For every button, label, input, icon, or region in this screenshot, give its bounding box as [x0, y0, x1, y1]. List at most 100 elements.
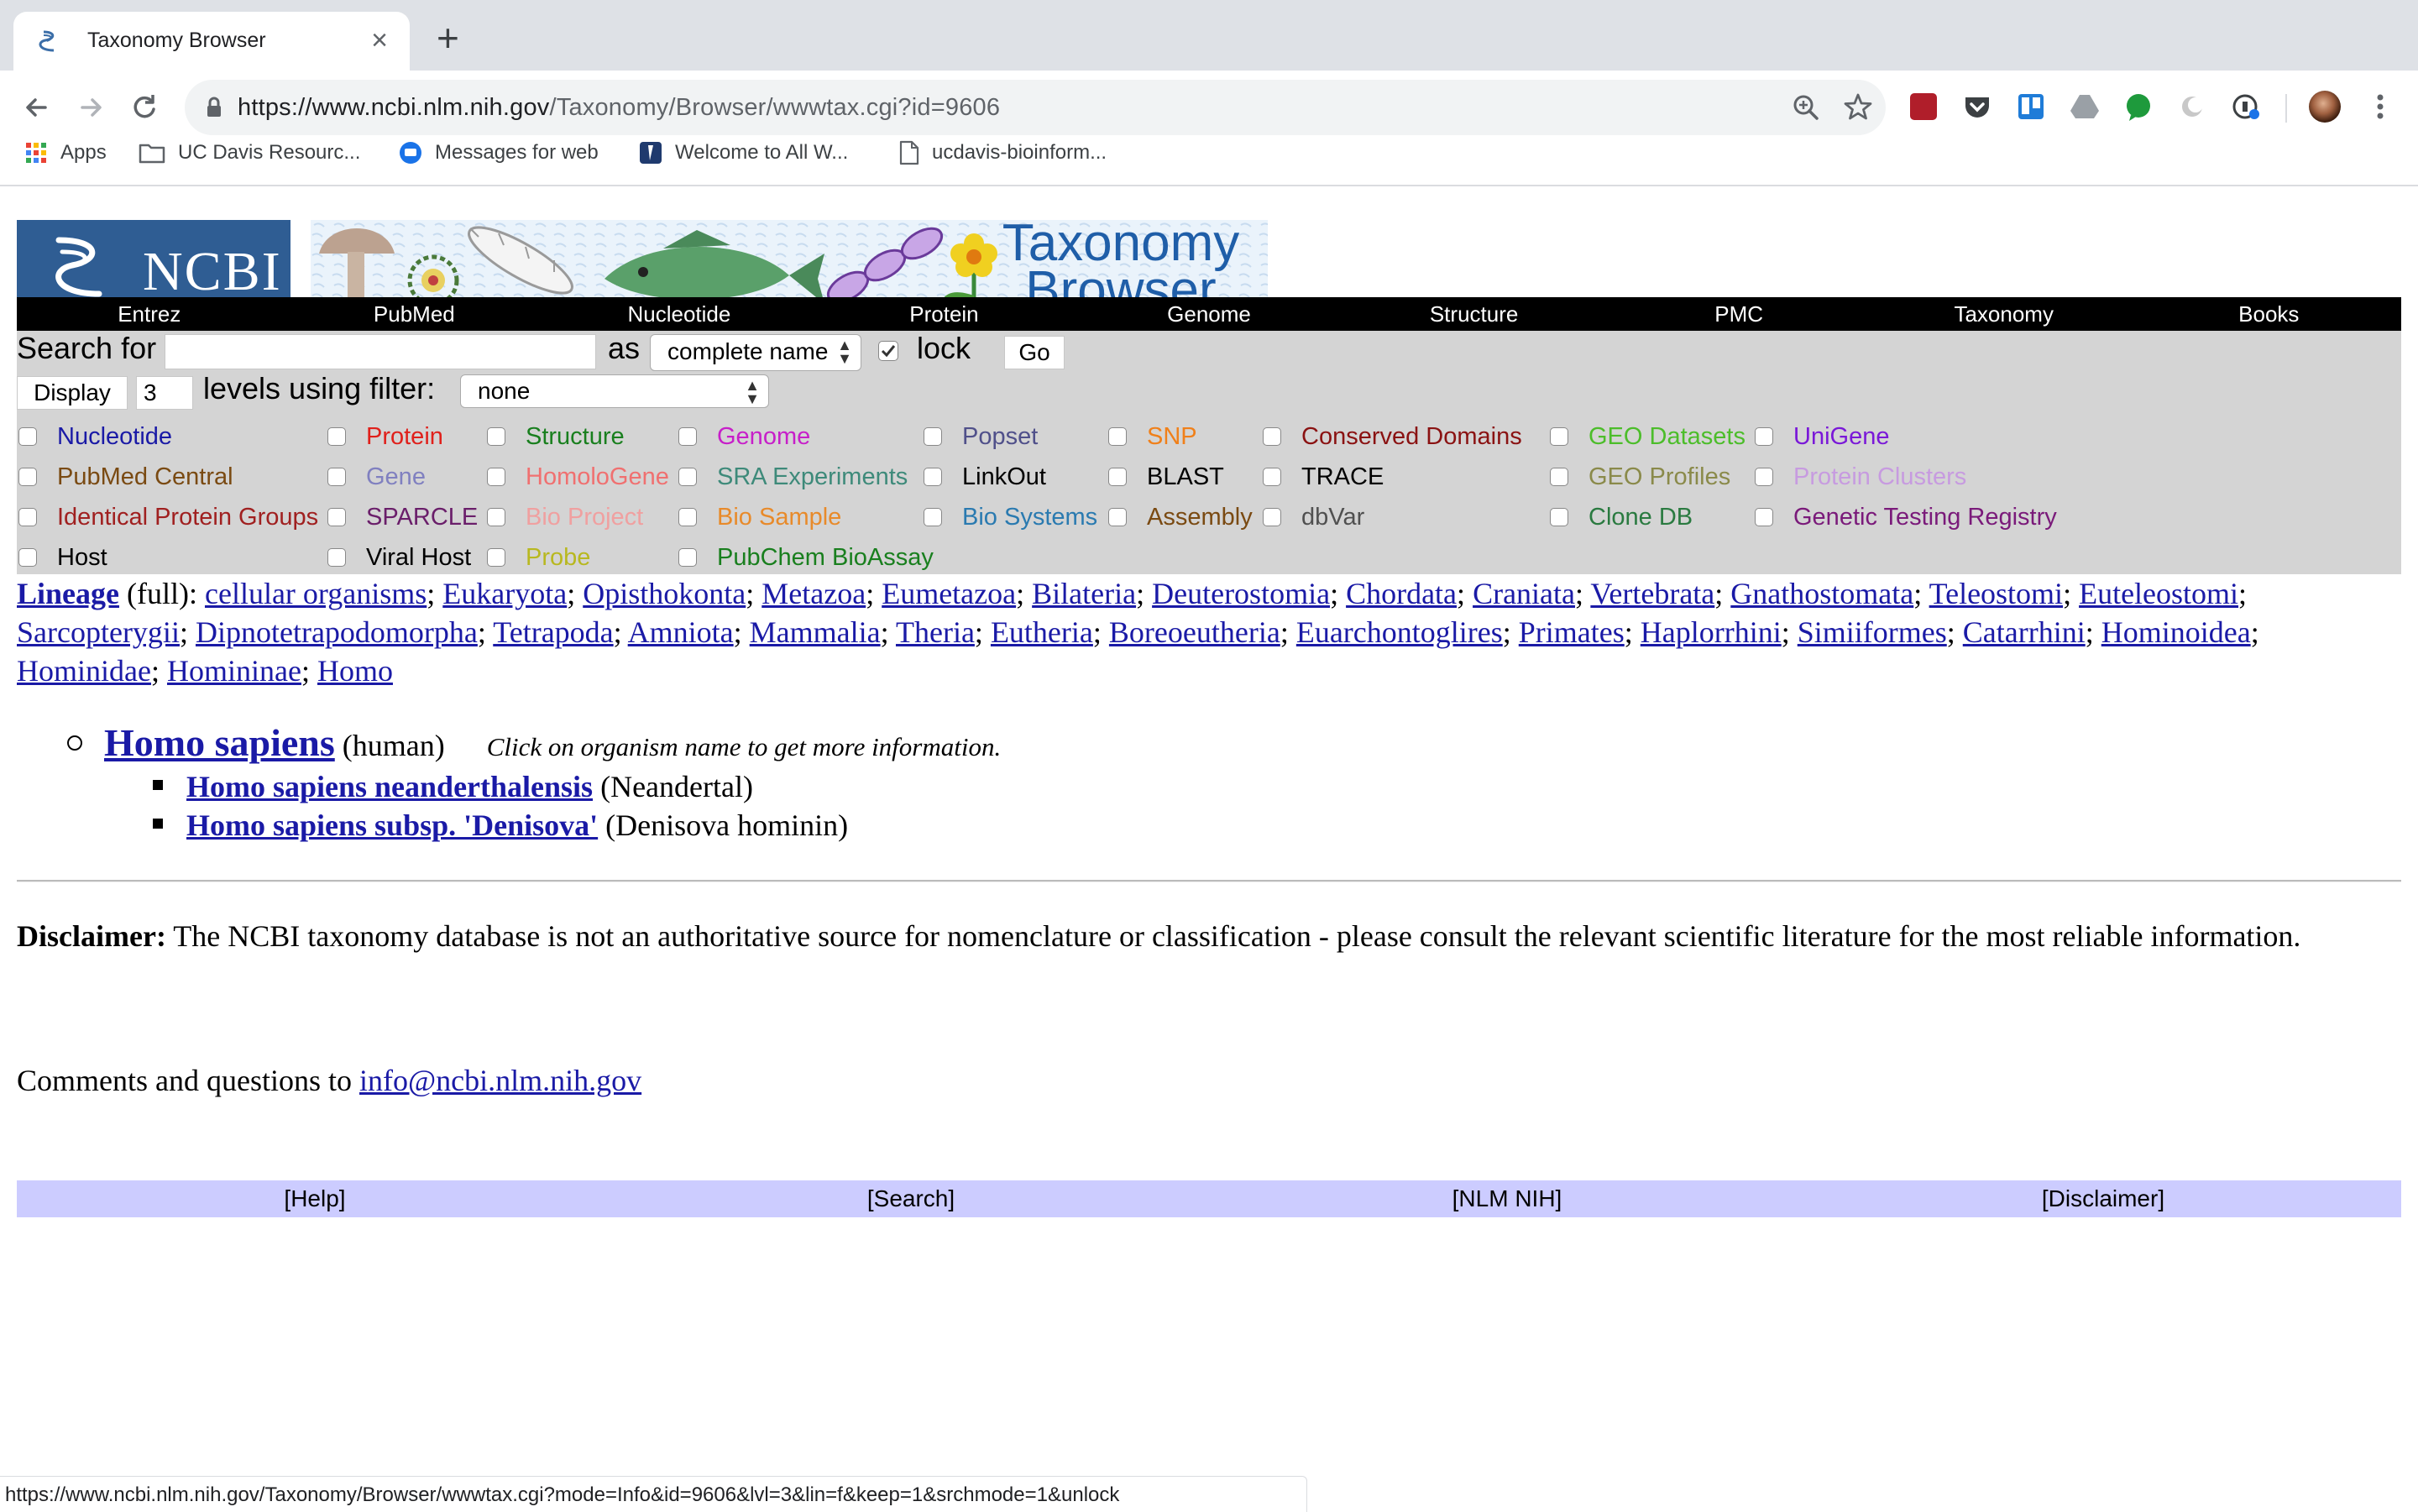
nav-pubmed[interactable]: PubMed	[282, 297, 547, 331]
database-option[interactable]: Probe	[487, 541, 590, 574]
database-option[interactable]: Popset	[924, 420, 1038, 453]
lineage-taxon-link[interactable]: Theria	[896, 615, 975, 649]
lineage-taxon-link[interactable]: Amniota	[628, 615, 734, 649]
lineage-taxon-link[interactable]: Simiiformes	[1798, 615, 1947, 649]
new-tab-icon[interactable]: +	[437, 18, 459, 57]
lineage-taxon-link[interactable]: Primates	[1519, 615, 1625, 649]
lineage-taxon-link[interactable]: Hominoidea	[2101, 615, 2251, 649]
lock-icon[interactable]	[202, 95, 227, 120]
lineage-taxon-link[interactable]: Eumetazoa	[882, 577, 1016, 610]
lineage-taxon-link[interactable]: Dipnotetrapodomorpha	[196, 615, 478, 649]
database-option[interactable]: Clone DB	[1550, 500, 1693, 534]
database-checkbox[interactable]	[327, 468, 346, 486]
database-option[interactable]: dbVar	[1263, 500, 1364, 534]
database-checkbox[interactable]	[924, 427, 942, 446]
database-checkbox[interactable]	[1108, 427, 1127, 446]
database-checkbox[interactable]	[1550, 427, 1568, 446]
database-checkbox[interactable]	[18, 427, 37, 446]
lineage-taxon-link[interactable]: Bilateria	[1032, 577, 1136, 610]
database-option[interactable]: HomoloGene	[487, 460, 669, 494]
nav-nucleotide[interactable]: Nucleotide	[547, 297, 812, 331]
lineage-taxon-link[interactable]: Chordata	[1346, 577, 1457, 610]
database-checkbox[interactable]	[924, 508, 942, 526]
database-checkbox[interactable]	[487, 427, 505, 446]
levels-input[interactable]: 3	[136, 376, 193, 410]
database-option[interactable]: Genome	[678, 420, 810, 453]
database-checkbox[interactable]	[487, 508, 505, 526]
database-checkbox[interactable]	[327, 427, 346, 446]
lineage-taxon-link[interactable]: cellular organisms	[205, 577, 427, 610]
database-option[interactable]: Structure	[487, 420, 625, 453]
database-option[interactable]: Bio Systems	[924, 500, 1097, 534]
zoom-icon[interactable]	[1788, 90, 1824, 125]
database-option[interactable]: Bio Project	[487, 500, 643, 534]
database-checkbox[interactable]	[327, 548, 346, 567]
bookmark-messages[interactable]: Messages for web	[398, 138, 599, 168]
lineage-taxon-link[interactable]: Mammalia	[750, 615, 881, 649]
contact-email-link[interactable]: info@ncbi.nlm.nih.gov	[359, 1064, 641, 1097]
database-option[interactable]: TRACE	[1263, 460, 1384, 494]
display-button[interactable]: Display	[17, 376, 128, 410]
lineage-taxon-link[interactable]: Homo	[317, 654, 393, 688]
database-option[interactable]: SPARCLE	[327, 500, 478, 534]
database-checkbox[interactable]	[678, 427, 697, 446]
database-checkbox[interactable]	[327, 508, 346, 526]
database-checkbox[interactable]	[18, 508, 37, 526]
bookmark-ucdavis-bioinform[interactable]: ucdavis-bioinform...	[898, 138, 1107, 168]
mendeley-extension-icon[interactable]	[1904, 87, 1943, 126]
address-bar[interactable]: https://www.ncbi.nlm.nih.gov/Taxonomy/Br…	[185, 80, 1886, 135]
database-option[interactable]: GEO Datasets	[1550, 420, 1745, 453]
database-checkbox[interactable]	[18, 548, 37, 567]
database-checkbox[interactable]	[1550, 468, 1568, 486]
lineage-taxon-link[interactable]: Deuterostomia	[1152, 577, 1330, 610]
database-option[interactable]: Protein Clusters	[1755, 460, 1966, 494]
bookmark-star-icon[interactable]	[1840, 90, 1876, 125]
subspecies-link[interactable]: Homo sapiens subsp. 'Denisova'	[186, 808, 598, 843]
name-type-select[interactable]: complete name ▲ ▼	[650, 334, 861, 371]
database-checkbox[interactable]	[1550, 508, 1568, 526]
database-checkbox[interactable]	[487, 548, 505, 567]
nav-taxonomy[interactable]: Taxonomy	[1871, 297, 2137, 331]
lineage-taxon-link[interactable]: Eukaryota	[442, 577, 567, 610]
database-option[interactable]: Protein	[327, 420, 443, 453]
database-option[interactable]: SRA Experiments	[678, 460, 908, 494]
moon-extension-icon[interactable]	[2173, 87, 2211, 126]
go-button[interactable]: Go	[1004, 336, 1065, 369]
pocket-extension-icon[interactable]	[1958, 87, 1997, 126]
database-checkbox[interactable]	[487, 468, 505, 486]
lock-checkbox[interactable]	[878, 341, 898, 361]
database-checkbox[interactable]	[1263, 508, 1281, 526]
database-option[interactable]: Bio Sample	[678, 500, 841, 534]
lineage-taxon-link[interactable]: Opisthokonta	[583, 577, 746, 610]
lineage-taxon-link[interactable]: Sarcopterygii	[17, 615, 180, 649]
database-option[interactable]: Conserved Domains	[1263, 420, 1522, 453]
lineage-taxon-link[interactable]: Craniata	[1473, 577, 1575, 610]
filter-select[interactable]: none ▲ ▼	[460, 374, 769, 408]
database-option[interactable]: Gene	[327, 460, 426, 494]
browser-tab[interactable]: Taxonomy Browser ×	[13, 12, 410, 71]
lineage-taxon-link[interactable]: Teleostomi	[1929, 577, 2063, 610]
database-checkbox[interactable]	[1263, 468, 1281, 486]
database-option[interactable]: PubChem BioAssay	[678, 541, 934, 574]
lineage-taxon-link[interactable]: Metazoa	[762, 577, 866, 610]
database-checkbox[interactable]	[1108, 508, 1127, 526]
lineage-taxon-link[interactable]: Euarchontoglires	[1296, 615, 1503, 649]
database-checkbox[interactable]	[924, 468, 942, 486]
database-option[interactable]: LinkOut	[924, 460, 1046, 494]
back-icon[interactable]	[17, 87, 57, 128]
lineage-taxon-link[interactable]: Tetrapoda	[493, 615, 613, 649]
search-input[interactable]	[165, 334, 596, 369]
bookmark-uc-davis[interactable]: UC Davis Resourc...	[138, 138, 360, 168]
nav-structure[interactable]: Structure	[1342, 297, 1607, 331]
database-option[interactable]: SNP	[1108, 420, 1197, 453]
nav-protein[interactable]: Protein	[812, 297, 1077, 331]
database-option[interactable]: PubMed Central	[18, 460, 233, 494]
database-option[interactable]: Assembly	[1108, 500, 1253, 534]
trello-extension-icon[interactable]	[2012, 87, 2050, 126]
database-option[interactable]: GEO Profiles	[1550, 460, 1730, 494]
database-checkbox[interactable]	[1755, 508, 1773, 526]
lineage-taxon-link[interactable]: Boreoeutheria	[1109, 615, 1280, 649]
footer-disclaimer-link[interactable]: [Disclaimer]	[1805, 1180, 2401, 1217]
database-option[interactable]: UniGene	[1755, 420, 1889, 453]
database-checkbox[interactable]	[1755, 468, 1773, 486]
